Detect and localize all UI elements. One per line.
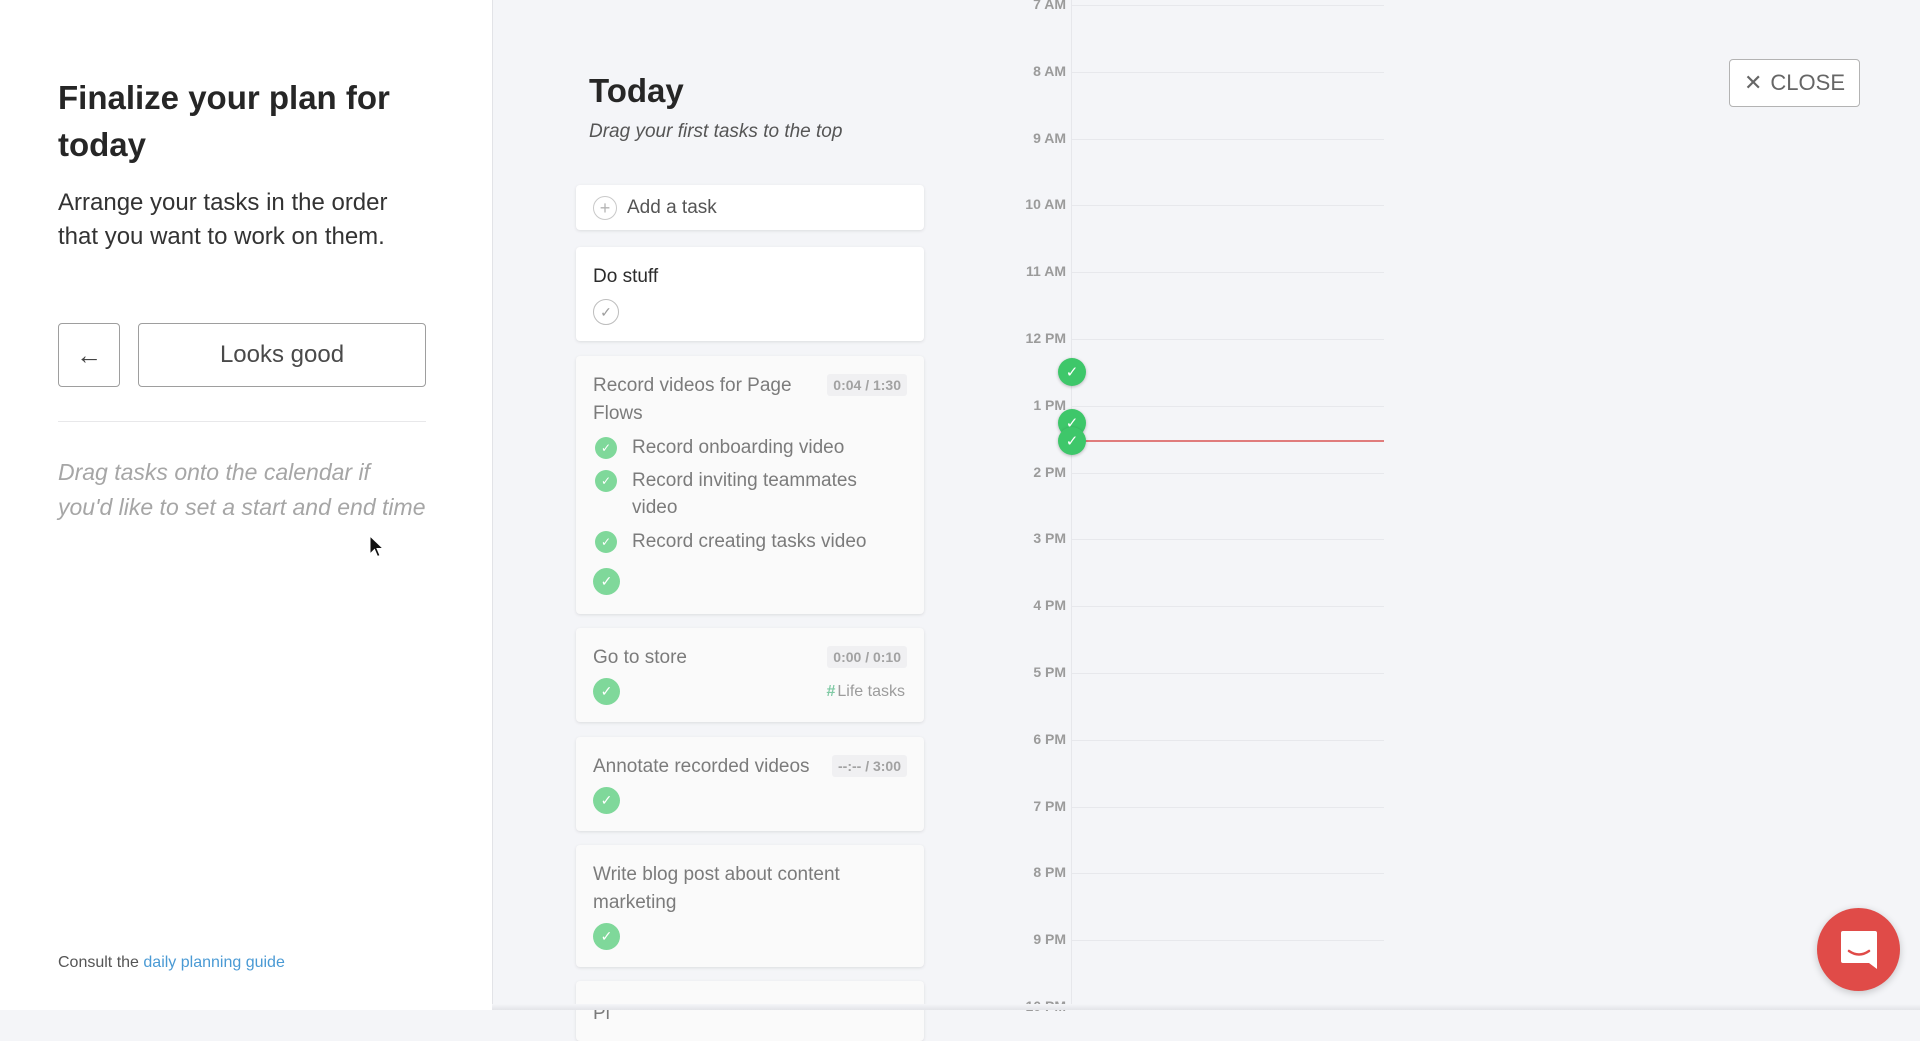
task-card[interactable]: Record videos for Page Flows 0:04 / 1:30…: [576, 356, 924, 614]
subtask-title: Record onboarding video: [632, 437, 845, 458]
task-title: Write blog post about content marketing: [593, 864, 840, 913]
hour-gridline: [1072, 472, 1384, 474]
hour-gridline: [1072, 405, 1384, 407]
mouse-cursor-icon: [369, 535, 385, 558]
check-icon: ✓: [600, 683, 613, 699]
today-heading: Today: [589, 72, 684, 109]
check-icon: ✓: [600, 534, 612, 549]
hour-gridline: [1072, 339, 1384, 340]
hour-label: 3 PM: [1033, 530, 1066, 547]
page-title: Finalize your plan for today: [58, 79, 390, 163]
hour-gridline: [1072, 5, 1384, 6]
divider: [58, 421, 426, 422]
subtask-checkbox[interactable]: ✓: [595, 437, 617, 459]
check-icon: ✓: [600, 928, 613, 944]
hour-gridline: [1072, 205, 1384, 207]
project-tag[interactable]: # Life tasks: [827, 683, 906, 701]
calendar-axis: [1071, 0, 1072, 1010]
task-title: Annotate recorded videos: [593, 756, 810, 777]
subtask-title: Record creating tasks video: [632, 531, 867, 552]
complete-checkbox[interactable]: ✓: [593, 923, 620, 950]
task-card[interactable]: Write blog post about content marketing …: [576, 845, 924, 967]
calendar-hint: Drag tasks onto the calendar if you'd li…: [58, 459, 426, 520]
chat-support-button[interactable]: [1817, 908, 1900, 991]
plus-icon: +: [593, 195, 617, 220]
hour-label: 8 AM: [1033, 62, 1066, 79]
time-badge: --:-- / 3:00: [832, 755, 907, 777]
hour-gridline: [1072, 873, 1384, 875]
looks-good-button[interactable]: Looks good: [138, 323, 426, 387]
hour-label: 1 PM: [1033, 396, 1066, 413]
check-icon: ✓: [600, 473, 612, 488]
task-title: Do stuff: [593, 266, 659, 287]
completed-task-marker[interactable]: ✓: [1058, 427, 1086, 456]
consult-prefix: Consult the: [58, 954, 144, 971]
task-title: Go to store: [593, 647, 687, 668]
consult-text: Consult the daily planning guide: [58, 954, 285, 972]
hour-label: 2 PM: [1033, 463, 1066, 480]
check-icon: ✓: [600, 792, 613, 808]
hour-label: 9 PM: [1033, 931, 1066, 948]
hour-label: 10 AM: [1025, 196, 1066, 213]
complete-checkbox[interactable]: ✓: [593, 299, 619, 325]
hour-gridline: [1072, 739, 1384, 741]
hour-label: 6 PM: [1033, 730, 1066, 747]
complete-checkbox[interactable]: ✓: [593, 787, 620, 814]
chat-icon: [1840, 930, 1877, 969]
check-icon: ✓: [600, 303, 612, 320]
subtask-checkbox[interactable]: ✓: [595, 531, 617, 553]
hour-gridline: [1072, 539, 1384, 541]
hour-gridline: [1072, 940, 1384, 942]
completed-task-marker[interactable]: ✓: [1058, 358, 1086, 387]
check-icon: ✓: [600, 573, 613, 589]
complete-checkbox[interactable]: ✓: [593, 678, 620, 705]
close-icon: ✕: [1743, 70, 1763, 95]
hash-icon: #: [826, 683, 836, 700]
task-title: Record videos for Page Flows: [593, 375, 792, 424]
planning-sidebar: Finalize your plan for today Arrange you…: [0, 0, 493, 1010]
tag-label: Life tasks: [837, 683, 905, 700]
hour-label: 9 AM: [1033, 129, 1066, 146]
hour-label: 4 PM: [1033, 597, 1066, 614]
hour-label: 11 AM: [1026, 263, 1066, 280]
complete-checkbox[interactable]: ✓: [593, 568, 620, 595]
hour-label: 5 PM: [1033, 664, 1066, 680]
close-button[interactable]: ✕ CLOSE: [1729, 59, 1860, 107]
hour-gridline: [1072, 673, 1384, 674]
hour-label: 12 PM: [1025, 330, 1066, 346]
back-button[interactable]: ←: [58, 323, 120, 387]
subtask-checkbox[interactable]: ✓: [595, 470, 617, 492]
hour-label: 7 PM: [1033, 797, 1066, 814]
time-badge: 0:04 / 1:30: [827, 374, 907, 396]
hour-gridline: [1072, 806, 1384, 808]
current-time-indicator: [1072, 440, 1384, 443]
bottom-shadow: [492, 1004, 1920, 1010]
hour-label: 8 PM: [1033, 864, 1066, 881]
hour-gridline: [1072, 272, 1384, 274]
daily-planning-guide-link[interactable]: daily planning guide: [143, 954, 284, 971]
add-task-placeholder: Add a task: [627, 196, 717, 218]
task-card[interactable]: Do stuff ✓: [576, 247, 924, 341]
task-card[interactable]: Annotate recorded videos --:-- / 3:00 ✓: [576, 737, 924, 831]
hour-gridline: [1072, 138, 1384, 140]
hour-gridline: [1072, 606, 1384, 608]
close-label: CLOSE: [1770, 70, 1846, 95]
task-card[interactable]: Go to store 0:00 / 0:10 ✓ # Life tasks: [576, 628, 924, 722]
arrow-left-icon: ←: [76, 339, 102, 370]
time-badge: 0:00 / 0:10: [827, 646, 907, 668]
check-icon: ✓: [600, 440, 612, 455]
add-task-input[interactable]: + Add a task: [576, 185, 924, 230]
hour-gridline: [1072, 71, 1384, 73]
hour-label: 7 AM: [1033, 0, 1066, 12]
page-subtitle: Arrange your tasks in the order that you…: [58, 189, 388, 250]
today-subtitle: Drag your first tasks to the top: [589, 121, 843, 142]
task-card[interactable]: Pl: [576, 981, 924, 1041]
subtask-title: Record inviting teammates video: [632, 470, 857, 518]
